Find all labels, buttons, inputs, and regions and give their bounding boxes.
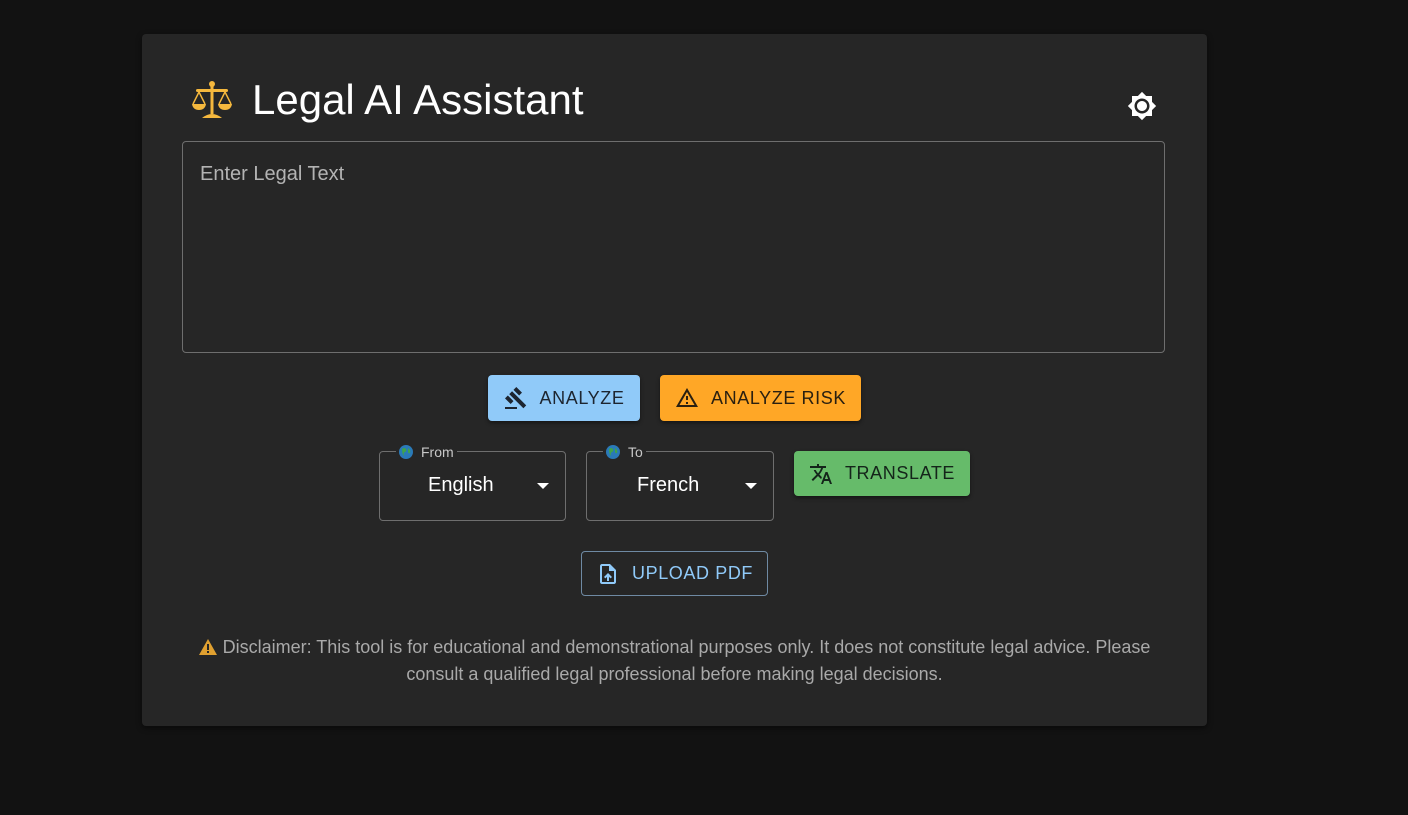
upload-pdf-button[interactable]: Upload PDF [581, 551, 768, 596]
warning-icon [198, 637, 217, 662]
translate-button-label: Translate [844, 463, 956, 483]
from-language-legend: From [396, 443, 457, 461]
main-card: Legal AI Assistant Analyze Analyze Risk [142, 34, 1207, 726]
globe-icon [606, 445, 620, 459]
warning-icon [675, 386, 699, 410]
analyze-risk-button-label: Analyze Risk [711, 387, 846, 408]
disclaimer-text: Disclaimer: This tool is for educational… [222, 637, 1151, 684]
from-language-select[interactable]: From English [379, 443, 566, 521]
upload-pdf-button-label: Upload PDF [631, 563, 754, 583]
disclaimer: Disclaimer: This tool is for educational… [182, 635, 1167, 687]
from-language-label: From [421, 444, 454, 460]
analyze-button-label: Analyze [539, 387, 625, 408]
globe-icon [399, 445, 413, 459]
page-title: Legal AI Assistant [252, 76, 584, 123]
from-language-value: English [428, 474, 494, 496]
translate-icon [809, 462, 833, 486]
to-language-value: French [637, 474, 700, 496]
chevron-down-icon [537, 483, 549, 489]
legal-text-field [182, 141, 1165, 353]
to-language-select[interactable]: To French [586, 443, 774, 521]
balance-scale-icon [188, 76, 236, 124]
translate-button[interactable]: Translate [794, 451, 970, 496]
to-language-legend: To [603, 443, 646, 461]
analyze-risk-button[interactable]: Analyze Risk [660, 375, 861, 421]
file-upload-icon [596, 562, 620, 586]
app-header: Legal AI Assistant [188, 72, 584, 128]
theme-toggle-button[interactable] [1118, 88, 1166, 128]
brightness-icon [1127, 91, 1157, 126]
legal-text-input[interactable] [183, 142, 1164, 352]
analyze-button[interactable]: Analyze [488, 375, 640, 421]
gavel-icon [504, 386, 528, 410]
chevron-down-icon [745, 483, 757, 489]
to-language-label: To [628, 444, 643, 460]
